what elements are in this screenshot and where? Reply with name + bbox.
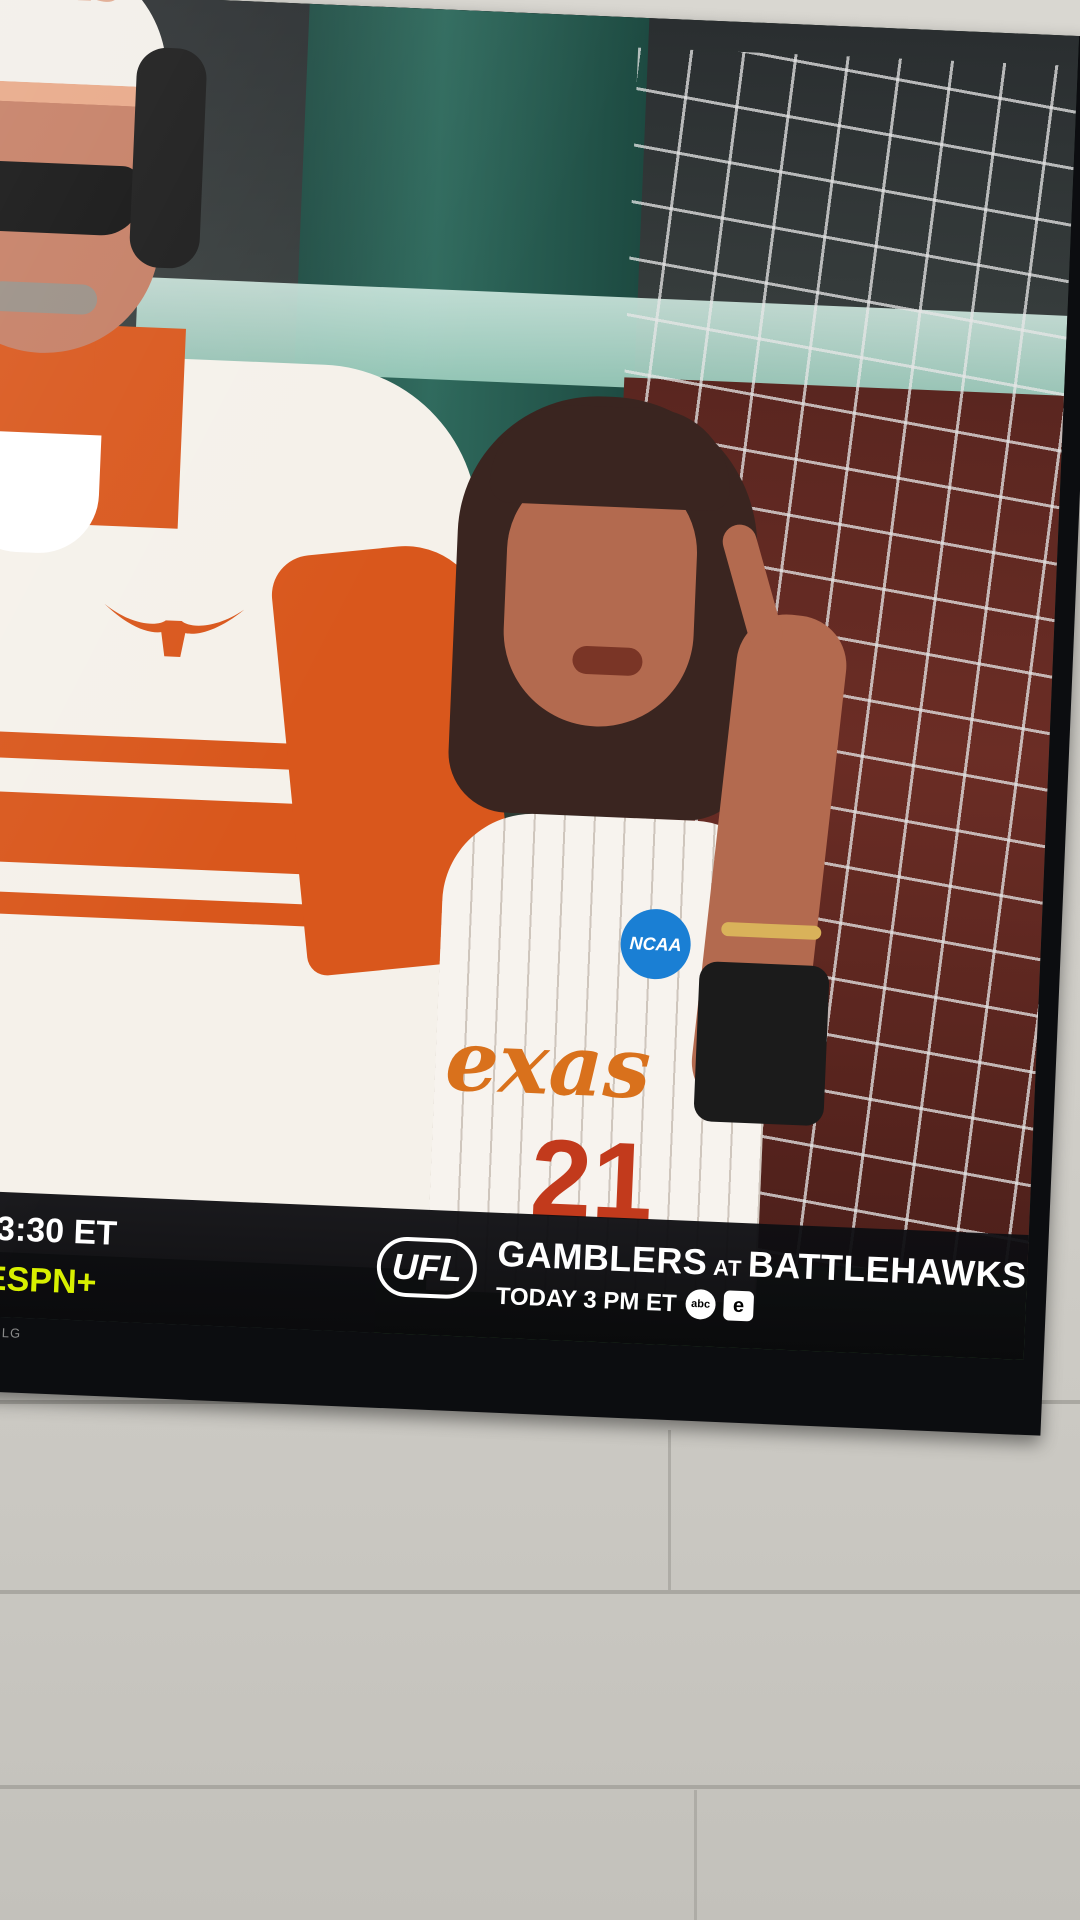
abc-network-icon: abc bbox=[684, 1288, 717, 1320]
television: TEXAS exas 21 NCAA 3:30 ET ESPN+ bbox=[0, 0, 1080, 1436]
mustache bbox=[0, 280, 98, 316]
longhorn-logo-icon bbox=[104, 603, 245, 657]
program-time: 3:30 ET bbox=[0, 1209, 118, 1253]
wristband bbox=[693, 961, 830, 1127]
promo-airtime: TODAY 3 PM ET bbox=[495, 1282, 678, 1318]
coach-collar bbox=[87, 325, 186, 529]
team-two: BATTLEHAWKS bbox=[747, 1243, 1028, 1296]
tv-brand-label: LG bbox=[1, 1325, 22, 1341]
plank-joint bbox=[694, 1790, 697, 1920]
player-figure: exas 21 NCAA bbox=[406, 390, 863, 1307]
tv-screen: TEXAS exas 21 NCAA 3:30 ET ESPN+ bbox=[0, 0, 1080, 1360]
team-one: GAMBLERS bbox=[496, 1232, 709, 1283]
next-program: 3:30 ET ESPN+ bbox=[0, 1206, 179, 1310]
player-lips bbox=[571, 645, 644, 677]
espn-network-icon: e bbox=[722, 1290, 755, 1322]
headset-icon bbox=[128, 46, 208, 270]
plank-seam bbox=[0, 1590, 1080, 1594]
matchup-connector: AT bbox=[712, 1254, 743, 1282]
ufl-logo: UFL bbox=[375, 1235, 479, 1300]
jersey-script-text: exas bbox=[443, 1010, 653, 1118]
plank-seam bbox=[0, 1785, 1080, 1789]
program-network: ESPN+ bbox=[0, 1259, 98, 1302]
plank-joint bbox=[668, 1430, 671, 1590]
cap-text: TEXAS bbox=[0, 0, 123, 11]
sunglasses bbox=[0, 159, 143, 237]
player-bangs bbox=[489, 401, 733, 512]
